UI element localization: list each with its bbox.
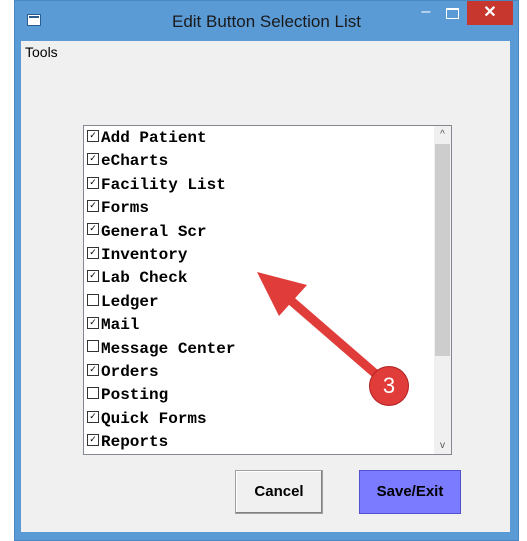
annotation-arrow-icon — [257, 272, 383, 381]
annotation-badge: 3 — [370, 367, 408, 405]
